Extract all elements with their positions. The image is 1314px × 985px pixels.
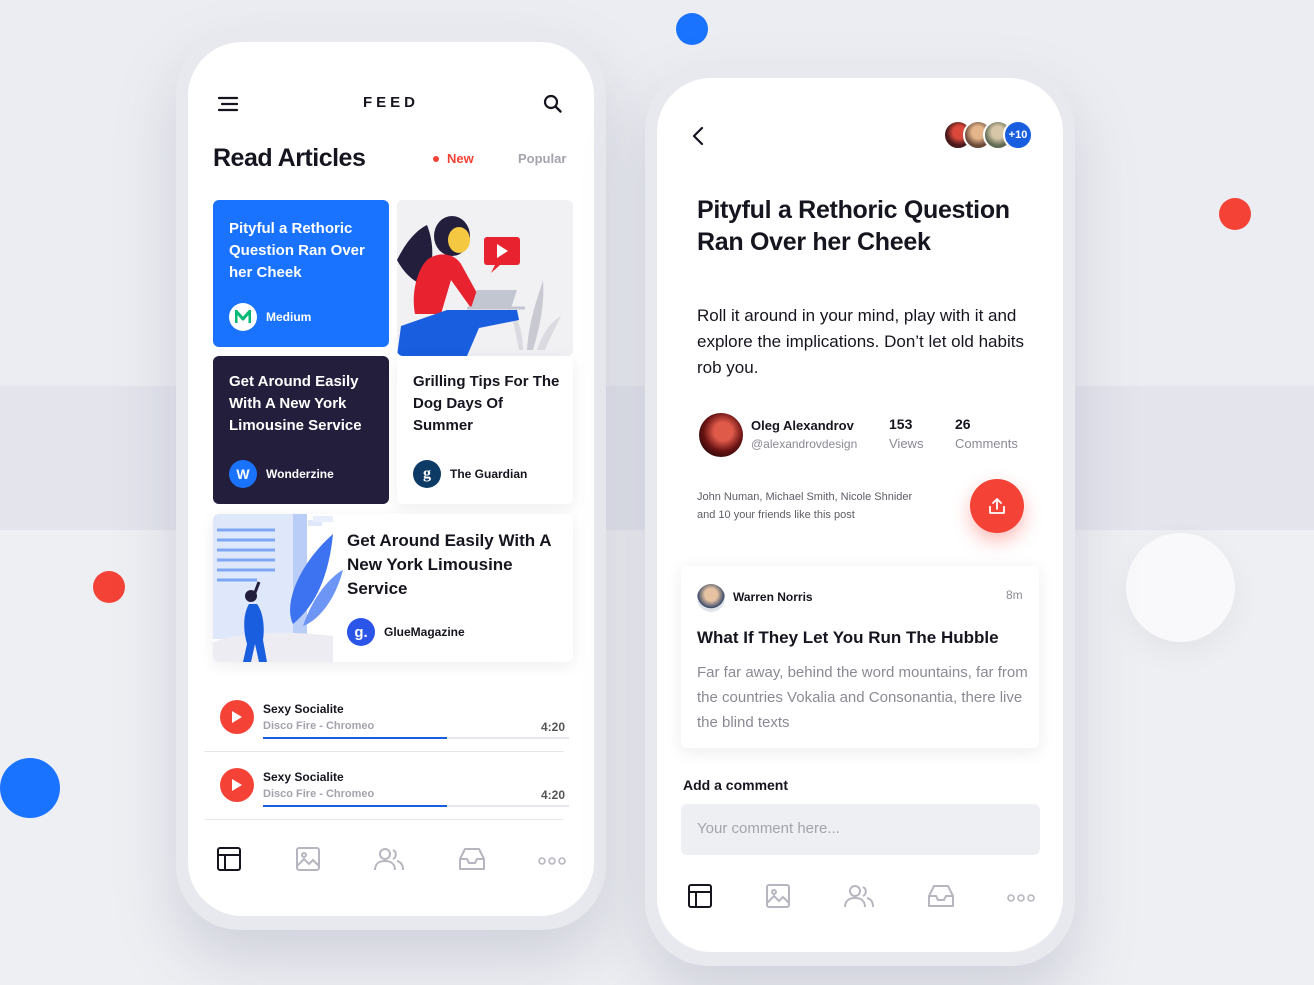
track-row[interactable]: Sexy Socialite Disco Fire - Chromeo 4:20 xyxy=(204,684,569,752)
track-duration: 4:20 xyxy=(541,788,566,802)
tab-inbox-icon[interactable] xyxy=(927,884,955,913)
comments-label: Comments xyxy=(955,436,1018,451)
article-card-guardian[interactable]: Grilling Tips For The Dog Days Of Summer… xyxy=(397,356,573,504)
track-progress-fill xyxy=(263,737,447,739)
views-label: Views xyxy=(889,436,924,451)
decor-dot-red-left xyxy=(93,571,125,603)
track-title: Sexy Socialite xyxy=(263,770,344,784)
article-source: g The Guardian xyxy=(413,460,527,488)
woman-laptop-illustration xyxy=(397,216,561,356)
article-illustration-woman-laptop[interactable] xyxy=(397,200,573,356)
comment-author-avatar xyxy=(697,584,725,612)
article-title: Get Around Easily With A New York Limous… xyxy=(229,373,362,434)
comment-body: Far far away, behind the word mountains,… xyxy=(697,664,1028,731)
comment-input[interactable]: Your comment here... xyxy=(681,804,1040,855)
comments-count: 26 xyxy=(955,416,971,432)
share-icon xyxy=(989,498,1005,514)
participants-more-badge: +10 xyxy=(1003,120,1033,150)
guardian-logo-icon: g xyxy=(413,460,441,488)
comment-title: What If They Let You Run The Hubble xyxy=(697,628,999,647)
article-screen: +10 Pityful a Rethoric Question Ran Over… xyxy=(657,78,1063,952)
tab-inbox-icon[interactable] xyxy=(458,847,486,876)
track-progress-track[interactable] xyxy=(263,737,569,739)
share-button[interactable] xyxy=(970,479,1024,533)
article-title: Grilling Tips For The Dog Days Of Summer xyxy=(413,373,560,434)
filter-new-label: New xyxy=(447,151,474,166)
filter-popular[interactable]: Popular xyxy=(518,151,566,166)
comment-time: 8m xyxy=(1006,588,1023,602)
wonderzine-logo-icon: W xyxy=(229,460,257,488)
filter-new[interactable]: New xyxy=(433,151,474,166)
article-title: Pityful a Rethoric Question Ran Over her… xyxy=(229,220,365,281)
tab-feed-icon[interactable] xyxy=(687,883,713,914)
tab-people-icon[interactable] xyxy=(373,846,405,877)
article-source: Medium xyxy=(229,303,311,331)
track-artist: Disco Fire - Chromeo xyxy=(263,788,375,800)
article-card-gluemagazine[interactable]: Get Around Easily With A New York Limous… xyxy=(213,514,573,662)
tab-feed-icon[interactable] xyxy=(216,846,242,877)
back-chevron-icon[interactable] xyxy=(691,126,705,146)
article-card-wonderzine[interactable]: Get Around Easily With A New York Limous… xyxy=(213,356,389,504)
track-progress-track[interactable] xyxy=(263,805,569,807)
author-name[interactable]: Oleg Alexandrov xyxy=(751,418,854,433)
tab-more-icon[interactable] xyxy=(538,852,566,870)
source-name: The Guardian xyxy=(450,467,528,481)
gluemagazine-logo-icon: g. xyxy=(347,618,375,646)
source-name: GlueMagazine xyxy=(384,625,465,639)
decor-dot-blue-top xyxy=(676,13,708,45)
woman-painting-illustration xyxy=(213,514,343,662)
track-progress-fill xyxy=(263,805,447,807)
section-heading: Read Articles xyxy=(213,144,366,172)
article-title: Pityful a Rethoric Question Ran Over her… xyxy=(697,196,1010,256)
article-lead: Roll it around in your mind, play with i… xyxy=(697,306,1024,377)
author-avatar[interactable] xyxy=(699,413,743,457)
article-title: Get Around Easily With A New York Limous… xyxy=(347,531,551,598)
article-source: W Wonderzine xyxy=(229,460,334,488)
author-handle: @alexandrovdesign xyxy=(751,437,858,451)
track-artist: Disco Fire - Chromeo xyxy=(263,720,375,732)
comment-input-placeholder: Your comment here... xyxy=(697,820,840,837)
decor-dot-blue-left xyxy=(0,758,60,818)
article-source: g. GlueMagazine xyxy=(347,618,465,646)
active-dot xyxy=(433,155,439,162)
decor-dot-red-right xyxy=(1219,198,1251,230)
likes-line-2: and 10 your friends like this post xyxy=(697,509,855,521)
track-duration: 4:20 xyxy=(541,720,566,734)
feed-screen: FEED Read Articles New Popular Pityful a… xyxy=(188,42,594,916)
tab-people-icon[interactable] xyxy=(843,883,875,914)
source-name: Wonderzine xyxy=(266,467,334,481)
comment-card[interactable]: Warren Norris 8m What If They Let You Ru… xyxy=(681,566,1039,748)
tab-gallery-icon[interactable] xyxy=(765,883,791,914)
track-title: Sexy Socialite xyxy=(263,702,344,716)
bottom-tab-bar xyxy=(687,883,1035,914)
participant-avatars[interactable]: +10 xyxy=(943,120,1035,150)
bottom-tab-bar xyxy=(216,846,566,877)
play-icon[interactable] xyxy=(220,700,254,734)
likes-line-1: John Numan, Michael Smith, Nicole Shnide… xyxy=(697,491,913,503)
play-icon[interactable] xyxy=(220,768,254,802)
decor-dot-white-right xyxy=(1126,533,1235,642)
add-comment-label: Add a comment xyxy=(683,777,789,793)
track-row[interactable]: Sexy Socialite Disco Fire - Chromeo 4:20 xyxy=(204,752,569,820)
views-count: 153 xyxy=(889,416,913,432)
article-card-medium[interactable]: Pityful a Rethoric Question Ran Over her… xyxy=(213,200,389,347)
source-name: Medium xyxy=(266,310,312,324)
comment-author[interactable]: Warren Norris xyxy=(733,590,813,604)
search-icon[interactable] xyxy=(543,94,563,114)
medium-logo-icon xyxy=(229,303,257,331)
page-title: FEED xyxy=(362,94,419,111)
tab-gallery-icon[interactable] xyxy=(295,846,321,877)
tab-more-icon[interactable] xyxy=(1007,889,1035,907)
